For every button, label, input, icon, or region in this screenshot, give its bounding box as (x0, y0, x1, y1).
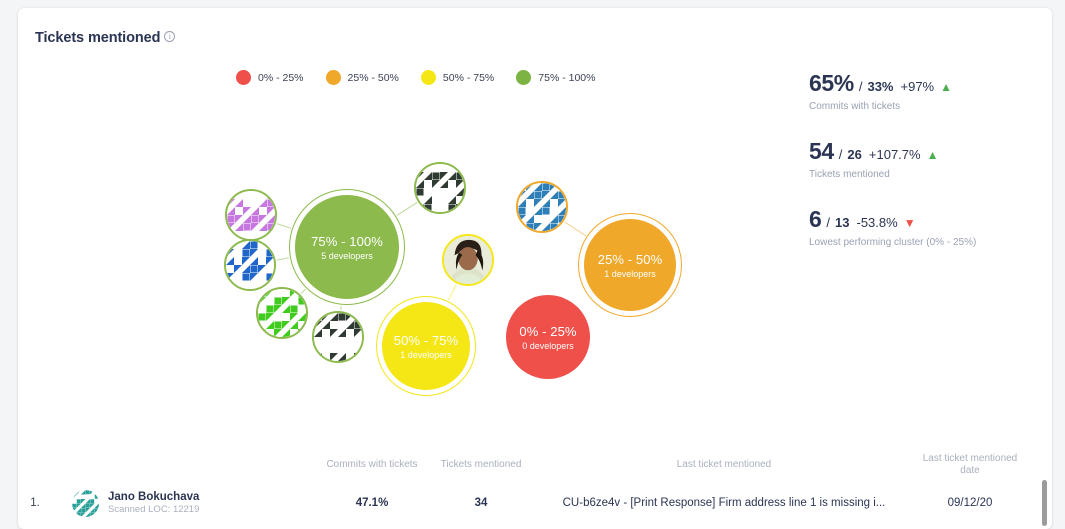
developer-avatar-3[interactable] (256, 287, 308, 339)
developer-avatar-2[interactable] (224, 239, 276, 291)
kpi-delta: +107.7% (868, 147, 921, 162)
cluster-developer-count: 5 developers (321, 250, 373, 261)
kpi-delta: +97% (900, 79, 935, 94)
table-row[interactable]: 1. Jano Bokuchava Scanned LOC: 12219 47.… (18, 481, 1028, 525)
kpi-lowest-performing-cluster: 6 / 13 -53.8% ▼ Lowest performing cluster (0%… (809, 206, 1039, 248)
cluster-bubble[interactable]: 75% - 100% 5 developers (295, 195, 399, 299)
row-scanned-loc: Scanned LOC: 12219 (108, 504, 200, 515)
cluster-range-label: 75% - 100% (311, 233, 383, 249)
kpi-trend-arrow-icon: ▲ (926, 148, 939, 162)
cluster-developer-count: 1 developers (400, 349, 452, 360)
kpi-trend-arrow-icon: ▲ (940, 80, 953, 94)
kpi-commits-with-tickets: 65% / 33% +97% ▲ Commits with tickets (809, 70, 1039, 112)
kpi-value: 6 (809, 206, 822, 232)
bubble-chart: 75% - 100% 5 developers 50% - 75% 1 develop… (18, 8, 808, 438)
kpi-previous-value: 33% (867, 79, 894, 94)
kpi-trend-arrow-icon: ▼ (903, 216, 916, 230)
kpi-previous-value: 26 (847, 147, 862, 162)
developer-avatar-6[interactable] (442, 234, 494, 286)
row-last-ticket-mentioned-date: 09/12/20 (947, 497, 993, 509)
cluster-range-label: 50% - 75% (393, 332, 459, 348)
kpi-delta: -53.8% (856, 215, 898, 230)
cluster-bubble[interactable]: 25% - 50% 1 developers (584, 219, 676, 311)
kpi-separator: / (858, 79, 863, 94)
tickets-mentioned-card: Tickets mentioned i 0% - 25% 25% - 50% 50%… (18, 8, 1052, 529)
developer-avatar-4[interactable] (312, 311, 364, 363)
kpi-panel: 65% / 33% +97% ▲ Commits with tickets 54 / 26 +10… (809, 70, 1039, 274)
kpi-value: 54 (809, 138, 834, 164)
kpi-caption: Commits with tickets (809, 101, 901, 112)
header-tickets-mentioned: Tickets mentioned (440, 459, 522, 470)
header-last-ticket-mentioned-date: Last ticket mentioned date (922, 453, 1018, 476)
row-last-ticket-mentioned[interactable]: CU-b6ze4v - [Print Response] Firm addres… (536, 497, 912, 509)
cluster-range-label: 25% - 50% (597, 251, 663, 267)
vertical-scrollbar[interactable] (1042, 480, 1047, 526)
header-last-ticket-mentioned: Last ticket mentioned (676, 459, 772, 470)
developer-avatar-5[interactable] (414, 162, 466, 214)
cluster-bubble[interactable]: 0% - 25% 0 developers (506, 295, 590, 379)
kpi-separator: / (826, 215, 831, 230)
row-developer[interactable]: Jano Bokuchava Scanned LOC: 12219 (52, 489, 318, 517)
table-header-row: Commits with tickets Tickets mentioned L… (18, 449, 1028, 481)
developers-table: Commits with tickets Tickets mentioned L… (18, 449, 1052, 529)
developer-avatar-1[interactable] (225, 189, 277, 241)
kpi-caption: Lowest performing cluster (0% - 25%) (809, 237, 977, 248)
kpi-tickets-mentioned: 54 / 26 +107.7% ▲ Tickets mentioned (809, 138, 1039, 180)
cluster-bubble[interactable]: 50% - 75% 1 developers (382, 302, 470, 390)
cluster-developer-count: 0 developers (522, 340, 574, 351)
developer-avatar-7[interactable] (516, 181, 568, 233)
row-commits-with-tickets: 47.1% (355, 497, 389, 509)
kpi-separator: / (838, 147, 843, 162)
row-developer-name: Jano Bokuchava (108, 491, 200, 503)
cluster-developer-count: 1 developers (604, 268, 656, 279)
kpi-previous-value: 13 (835, 215, 850, 230)
kpi-value: 65% (809, 70, 854, 96)
cluster-range-label: 0% - 25% (519, 323, 577, 339)
header-commits-with-tickets: Commits with tickets (326, 459, 418, 470)
kpi-caption: Tickets mentioned (809, 169, 890, 180)
row-rank: 1. (30, 497, 40, 509)
avatar (72, 489, 99, 517)
row-tickets-mentioned: 34 (474, 497, 488, 509)
